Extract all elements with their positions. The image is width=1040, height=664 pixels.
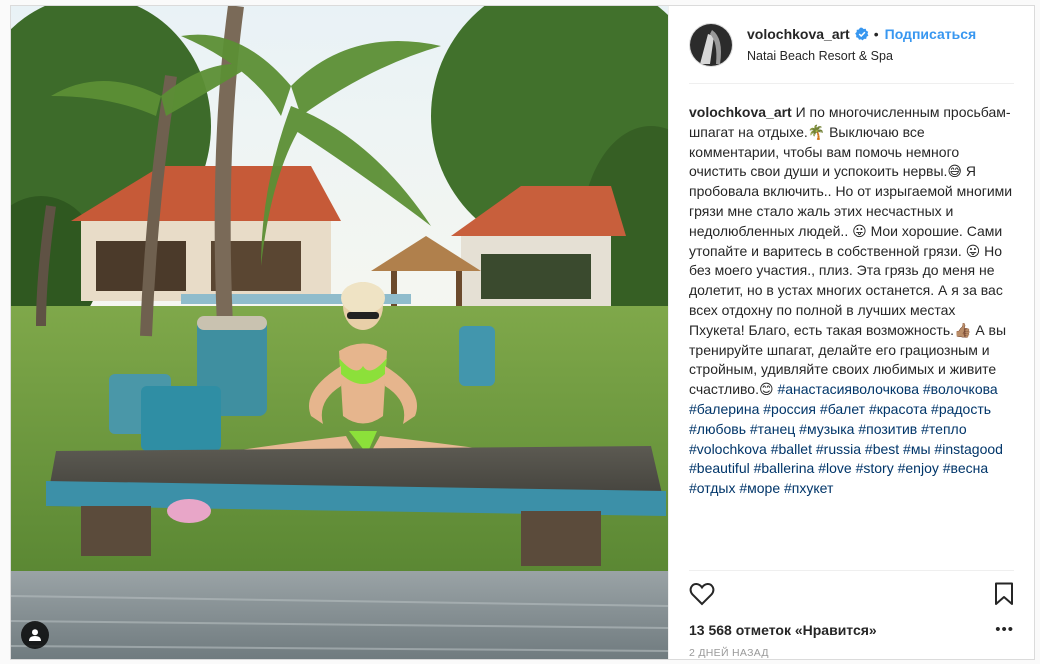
user-tag-button[interactable] [21,621,49,649]
hashtag-link[interactable]: #балерина [689,401,759,417]
hashtag-link[interactable]: #ballerina [754,460,815,476]
hashtag-link[interactable]: #пхукет [784,480,833,496]
post-header: volochkova_art • Подписаться Natai Beach… [689,6,1014,84]
hashtag-link[interactable]: #beautiful [689,460,750,476]
post-timestamp[interactable]: 2 ДНЕЙ НАЗАД [689,647,1014,659]
hashtag-link[interactable]: #любовь [689,421,746,437]
more-options-button[interactable]: ••• [995,621,1014,638]
resort-photo-illustration [11,6,668,659]
post-caption: volochkova_art И по многочисленным прось… [689,103,1014,499]
hashtag-link[interactable]: #отдых [689,480,735,496]
hashtag-link[interactable]: #volochkova [689,441,767,457]
caption-author-link[interactable]: volochkova_art [689,104,792,120]
avatar-image [690,23,732,66]
hashtag-link[interactable]: #радость [931,401,991,417]
hashtag-link[interactable]: #балет [820,401,865,417]
hashtag-link[interactable]: #russia [816,441,861,457]
post-actions: 13 568 отметок «Нравится» ••• 2 ДНЕЙ НАЗ… [689,570,1014,659]
post-side-panel: volochkova_art • Подписаться Natai Beach… [668,6,1034,659]
hashtag-link[interactable]: #красота [869,401,927,417]
hashtag-link[interactable]: #enjoy [898,460,939,476]
hashtag-list: #анастасияволочкова #волочкова #балерина… [689,381,1003,496]
hashtag-link[interactable]: #позитив [858,421,917,437]
hashtag-link[interactable]: #тепло [921,421,967,437]
username-link[interactable]: volochkova_art [747,26,850,42]
hashtag-link[interactable]: #танец [750,421,795,437]
separator-dot: • [873,26,879,42]
hashtag-link[interactable]: #love [818,460,851,476]
follow-button[interactable]: Подписаться [885,26,977,42]
caption-text: И по многочисленным просьбам-шпагат на о… [689,104,1013,398]
hashtag-link[interactable]: #музыка [799,421,854,437]
likes-count[interactable]: 13 568 отметок «Нравится» [689,622,877,638]
hashtag-link[interactable]: #волочкова [923,381,998,397]
hashtag-link[interactable]: #best [865,441,899,457]
hashtag-link[interactable]: #россия [763,401,816,417]
hashtag-link[interactable]: #море [739,480,780,496]
hashtag-link[interactable]: #instagood [934,441,1003,457]
hashtag-link[interactable]: #весна [943,460,988,476]
user-tag-icon [29,629,41,641]
hashtag-link[interactable]: #мы [903,441,930,457]
hashtag-link[interactable]: #story [856,460,894,476]
bookmark-icon[interactable] [994,582,1014,611]
hashtag-link[interactable]: #ballet [771,441,812,457]
post-photo[interactable] [11,6,668,659]
instagram-post: volochkova_art • Подписаться Natai Beach… [10,5,1035,660]
comments-section: volochkova_art И по многочисленным прось… [689,84,1014,570]
heart-icon[interactable] [689,582,715,611]
avatar[interactable] [689,22,733,67]
hashtag-link[interactable]: #анастасияволочкова [777,381,919,397]
verified-badge-icon [854,27,869,41]
location-link[interactable]: Natai Beach Resort & Spa [747,49,976,63]
